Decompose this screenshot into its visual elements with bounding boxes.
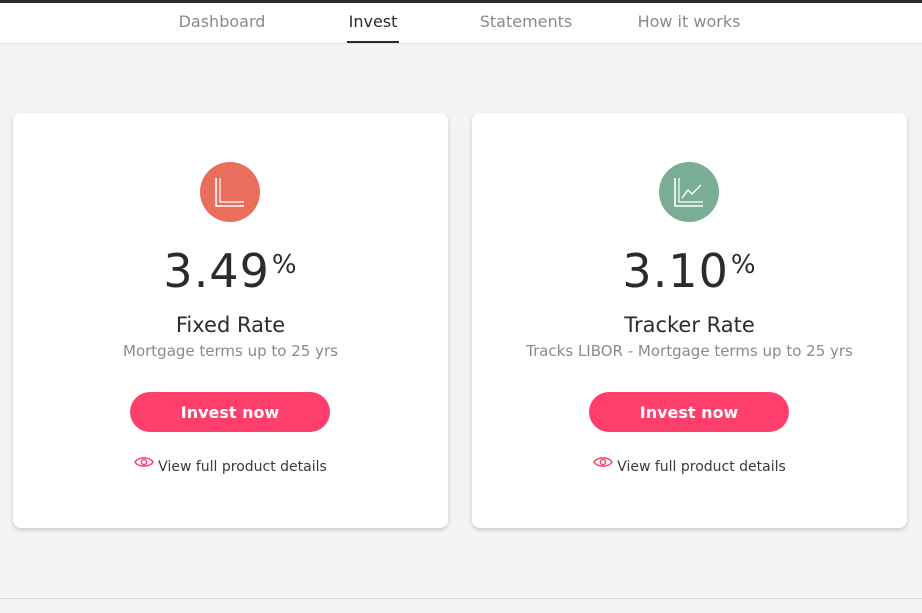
product-title: Tracker Rate: [624, 313, 755, 337]
invest-now-button[interactable]: Invest now: [589, 392, 789, 432]
eye-icon: [134, 455, 154, 475]
product-card-tracker-rate: 3.10% Tracker Rate Tracks LIBOR - Mortga…: [472, 113, 907, 528]
interest-rate: 3.10%: [622, 244, 757, 298]
percent-sign: %: [271, 250, 298, 280]
percent-sign: %: [730, 250, 757, 280]
tab-statements[interactable]: Statements: [478, 3, 574, 43]
product-title: Fixed Rate: [175, 313, 286, 337]
view-product-details-link[interactable]: View full product details: [13, 457, 448, 477]
tab-how-it-works[interactable]: How it works: [635, 3, 743, 43]
view-details-label: View full product details: [617, 459, 786, 475]
tab-invest[interactable]: Invest: [347, 3, 399, 43]
eye-icon: [593, 455, 613, 475]
flat-chart-icon: [200, 162, 260, 222]
top-nav: Dashboard Invest Statements How it works: [0, 0, 922, 44]
product-subtitle: Tracks LIBOR - Mortgage terms up to 25 y…: [526, 342, 853, 360]
interest-rate: 3.49%: [163, 244, 298, 298]
invest-now-button[interactable]: Invest now: [130, 392, 330, 432]
tab-dashboard[interactable]: Dashboard: [177, 3, 267, 43]
footer-divider: [0, 598, 922, 599]
product-card-fixed-rate: 3.49% Fixed Rate Mortgage terms up to 25…: [13, 113, 448, 528]
view-product-details-link[interactable]: View full product details: [472, 457, 907, 477]
trend-chart-icon: [659, 162, 719, 222]
product-subtitle: Mortgage terms up to 25 yrs: [123, 342, 338, 360]
view-details-label: View full product details: [158, 459, 327, 475]
